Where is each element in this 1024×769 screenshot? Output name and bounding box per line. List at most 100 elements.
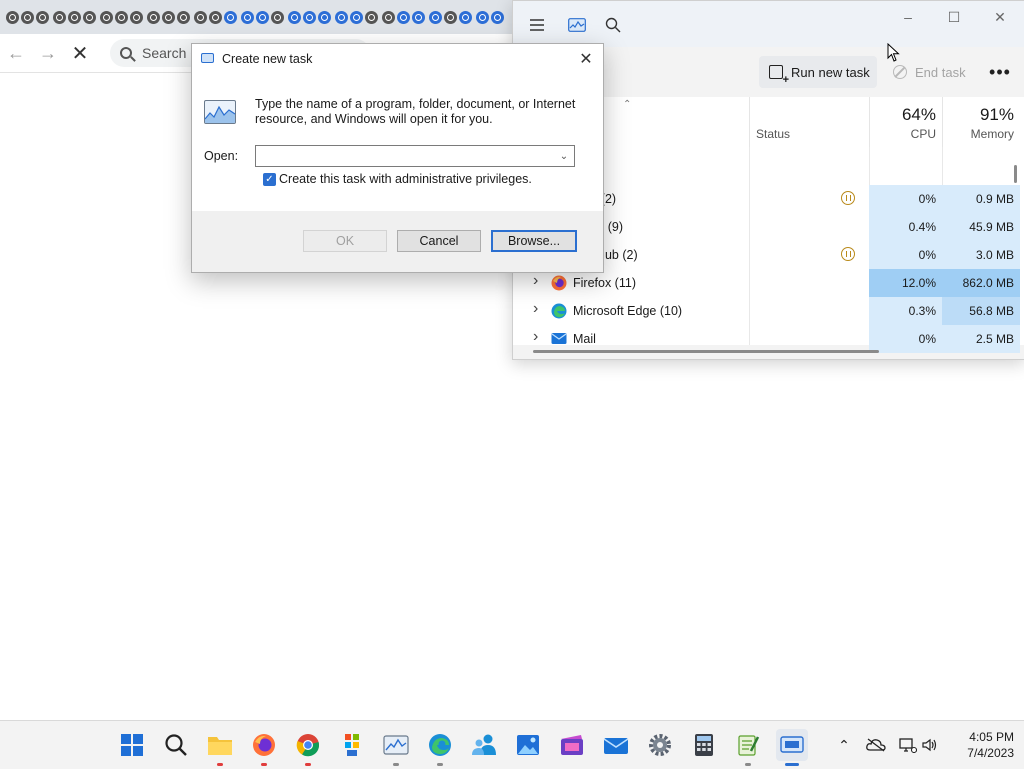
browser-tab-favicon[interactable] — [412, 10, 425, 24]
people-icon[interactable] — [468, 729, 500, 761]
search-icon[interactable] — [160, 729, 192, 761]
browser-tab-favicon[interactable] — [476, 10, 489, 24]
browser-tab-favicon[interactable] — [459, 10, 472, 24]
vertical-scrollbar[interactable] — [1014, 165, 1017, 183]
running-indicator — [305, 763, 311, 766]
hamburger-menu-icon[interactable] — [527, 15, 547, 35]
task-manager-titlebar: – ☐ ✕ — [513, 1, 1024, 47]
onedrive-offline-icon[interactable] — [866, 735, 886, 755]
admin-privileges-label[interactable]: Create this task with administrative pri… — [279, 172, 532, 186]
process-row[interactable]: › Microsoft Edge (10) 0.3% 56.8 MB — [513, 297, 1024, 325]
chrome-icon[interactable] — [292, 729, 324, 766]
browser-tab-favicon[interactable] — [100, 10, 113, 24]
browser-tab-favicon[interactable] — [303, 10, 316, 24]
sort-ascending-icon[interactable]: ⌃ — [623, 99, 633, 110]
browser-tab-favicon[interactable] — [271, 10, 284, 24]
browser-tab-favicon[interactable] — [288, 10, 301, 24]
dialog-close-button[interactable]: ✕ — [575, 48, 597, 70]
process-memory: 862.0 MB — [942, 269, 1020, 297]
browser-tab-favicon[interactable] — [444, 10, 457, 24]
browser-tab-favicon[interactable] — [318, 10, 331, 24]
browser-tab-favicon[interactable] — [256, 10, 269, 24]
browser-tab-favicon[interactable] — [162, 10, 175, 24]
browser-tab-favicon[interactable] — [397, 10, 410, 24]
browser-tab-favicon[interactable] — [6, 10, 19, 24]
expand-chevron-icon[interactable]: › — [533, 272, 538, 290]
network-icon[interactable] — [898, 735, 918, 755]
expand-chevron-icon[interactable]: › — [533, 328, 538, 346]
ok-button[interactable]: OK — [303, 230, 387, 252]
minimize-button[interactable]: – — [885, 5, 931, 29]
close-button[interactable]: ✕ — [977, 5, 1023, 29]
browser-tab-favicon[interactable] — [194, 10, 207, 24]
notepad-icon[interactable] — [732, 729, 764, 766]
calculator-icon[interactable] — [688, 729, 720, 761]
process-row[interactable]: › Mail 0% 2.5 MB — [513, 325, 1024, 353]
running-indicator — [261, 763, 267, 766]
task-manager-icon[interactable] — [380, 729, 412, 766]
column-header-memory[interactable]: 91% Memory — [942, 97, 1020, 147]
browser-tab-favicon[interactable] — [350, 10, 363, 24]
process-memory: 3.0 MB — [942, 241, 1020, 269]
more-options-button[interactable]: ••• — [985, 56, 1015, 88]
mail-icon — [551, 331, 567, 347]
browser-tab-favicon[interactable] — [177, 10, 190, 24]
clock[interactable]: 4:05 PM 7/4/2023 — [944, 729, 1014, 761]
browse-button[interactable]: Browse... — [491, 230, 577, 252]
browser-tab-favicon[interactable] — [241, 10, 254, 24]
open-combobox[interactable]: ⌄ — [255, 145, 575, 167]
expand-chevron-icon[interactable]: › — [533, 300, 538, 318]
open-label: Open: — [204, 149, 239, 163]
browser-tab-favicon[interactable] — [491, 10, 504, 24]
browser-tab-favicon[interactable] — [147, 10, 160, 24]
browser-tab-favicon[interactable] — [36, 10, 49, 24]
browser-tab-favicon[interactable] — [21, 10, 34, 24]
browser-tab-favicon[interactable] — [335, 10, 348, 24]
horizontal-scrollbar[interactable] — [533, 350, 879, 353]
column-header-status[interactable]: Status — [749, 97, 869, 147]
run-new-task-button[interactable]: Run new task — [759, 56, 877, 88]
chevron-down-icon[interactable]: ⌄ — [556, 147, 572, 165]
back-icon[interactable]: ← — [0, 37, 32, 69]
settings-icon[interactable] — [644, 729, 676, 761]
start-icon[interactable] — [116, 729, 148, 761]
column-header-cpu[interactable]: 64% CPU — [869, 97, 942, 147]
admin-privileges-checkbox[interactable]: ✓ — [263, 173, 276, 186]
browser-tab-favicon[interactable] — [224, 10, 237, 24]
browser-tab-favicon[interactable] — [130, 10, 143, 24]
video-editor-icon[interactable] — [556, 729, 588, 761]
browser-tab-favicon[interactable] — [209, 10, 222, 24]
maximize-button[interactable]: ☐ — [931, 5, 977, 29]
browser-tab-favicon[interactable] — [83, 10, 96, 24]
clock-time: 4:05 PM — [969, 730, 1014, 744]
browser-tab-favicon[interactable] — [365, 10, 378, 24]
process-name: Microsoft Edge (10) — [573, 304, 683, 318]
process-cpu: 0.4% — [869, 213, 942, 241]
process-row[interactable]: › Firefox (11) 12.0% 862.0 MB — [513, 269, 1024, 297]
show-hidden-icons-chevron-up-icon[interactable]: ⌃ — [834, 735, 854, 755]
firefox-icon[interactable] — [248, 729, 280, 766]
browser-tab-favicon[interactable] — [115, 10, 128, 24]
volume-icon[interactable] — [920, 735, 940, 755]
file-explorer-icon[interactable] — [204, 729, 236, 766]
run-icon[interactable] — [776, 729, 808, 766]
browser-tab-strip[interactable] — [0, 0, 518, 34]
browser-tab-favicon[interactable] — [53, 10, 66, 24]
end-task-label: End task — [915, 64, 966, 80]
browser-tab-favicon[interactable] — [382, 10, 395, 24]
mail-icon[interactable] — [600, 729, 632, 761]
photos-icon[interactable] — [512, 729, 544, 761]
edge-icon[interactable] — [424, 729, 456, 766]
store-icon[interactable] — [336, 729, 368, 761]
stop-loading-icon[interactable]: ✕ — [64, 37, 96, 69]
run-new-task-icon — [769, 65, 789, 85]
end-task-button[interactable]: End task — [893, 56, 989, 88]
browser-tab-favicon[interactable] — [429, 10, 442, 24]
memory-total-percent: 91% — [979, 105, 1014, 124]
cancel-button[interactable]: Cancel — [397, 230, 481, 252]
column-header-status-label: Status — [756, 127, 791, 141]
search-icon[interactable] — [603, 15, 623, 35]
browser-tab-favicon[interactable] — [68, 10, 81, 24]
forward-icon[interactable]: → — [32, 37, 64, 69]
open-input[interactable] — [258, 147, 554, 167]
